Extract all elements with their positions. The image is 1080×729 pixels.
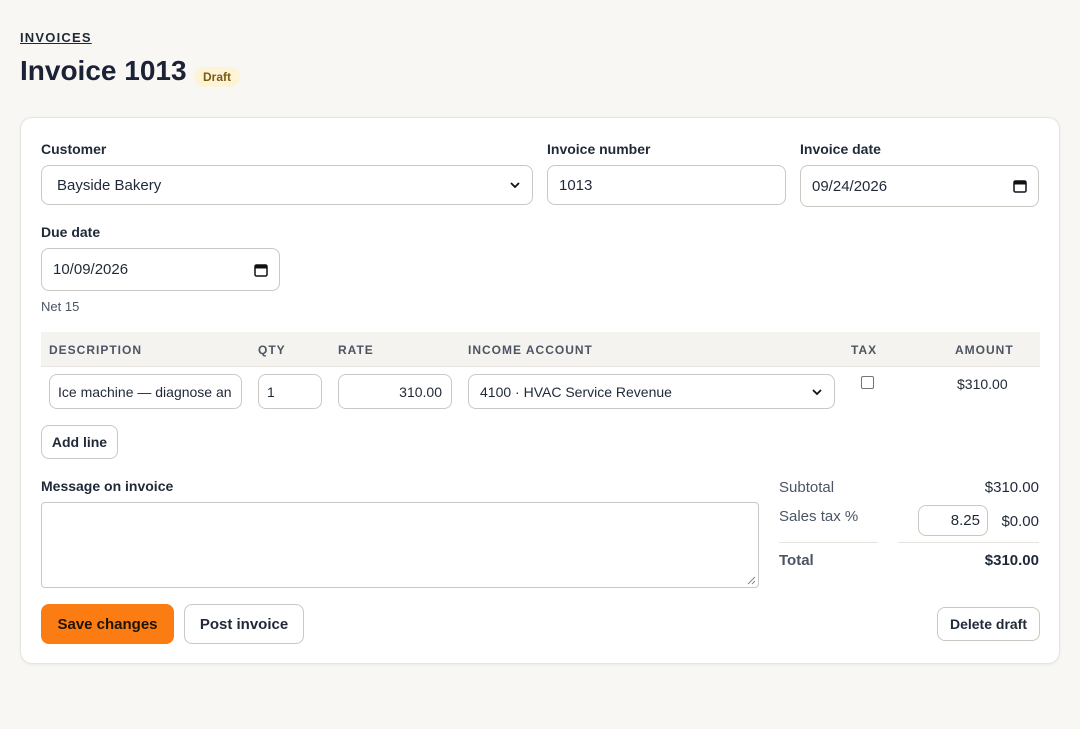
customer-select[interactable]: Bayside Bakery	[41, 165, 533, 205]
line-qty-value: 1	[267, 383, 275, 400]
invoice-date-label: Invoice date	[800, 141, 881, 157]
line-tax-checkbox[interactable]	[861, 376, 874, 389]
invoice-number-label: Invoice number	[547, 141, 651, 157]
invoice-date-value: 09/24/2026	[812, 177, 888, 195]
invoice-date-input[interactable]: 09/24/2026	[800, 165, 1039, 207]
chevron-down-icon	[510, 182, 520, 189]
line-amount: $310.00	[957, 376, 1008, 392]
due-date-hint: Net 15	[41, 299, 80, 314]
breadcrumb-invoices[interactable]: INVOICES	[20, 30, 92, 45]
subtotal-value: $310.00	[984, 479, 1039, 496]
resize-handle-icon[interactable]	[747, 576, 756, 585]
sales-tax-rate-value: 8.25	[950, 512, 980, 529]
total-label: Total	[779, 552, 814, 569]
line-rate-input[interactable]: 310.00	[338, 374, 452, 409]
add-line-button[interactable]: Add line	[41, 425, 118, 459]
line-income-account-select[interactable]: 4100 · HVAC Service Revenue	[468, 374, 835, 409]
sales-tax-rate-input[interactable]: 8.25	[918, 505, 988, 536]
sales-tax-amount: $0.00	[1001, 513, 1039, 530]
page-title: Invoice 1013	[20, 55, 187, 86]
line-rate-value: 310.00	[399, 383, 442, 400]
totals-divider	[779, 542, 878, 543]
due-date-value: 10/09/2026	[53, 261, 129, 278]
due-date-input[interactable]: 10/09/2026	[41, 248, 280, 291]
line-items-header: DESCRIPTION QTY RATE INCOME ACCOUNT TAX …	[41, 332, 1040, 367]
col-amount: AMOUNT	[955, 343, 1014, 357]
post-invoice-button[interactable]: Post invoice	[184, 604, 304, 644]
calendar-icon[interactable]	[1013, 179, 1027, 193]
col-tax: TAX	[851, 343, 878, 357]
invoice-number-value: 1013	[559, 176, 593, 194]
subtotal-label: Subtotal	[779, 479, 835, 496]
col-qty: QTY	[258, 343, 286, 357]
col-income-account: INCOME ACCOUNT	[468, 343, 593, 357]
total-value: $310.00	[984, 552, 1039, 569]
line-description-value: Ice machine — diagnose an	[58, 383, 232, 400]
line-description-input[interactable]: Ice machine — diagnose an	[49, 374, 242, 409]
totals-divider	[898, 542, 1039, 543]
save-changes-button[interactable]: Save changes	[41, 604, 174, 644]
customer-value: Bayside Bakery	[57, 176, 162, 194]
col-description: DESCRIPTION	[49, 343, 143, 357]
delete-draft-button[interactable]: Delete draft	[937, 607, 1040, 641]
message-textarea[interactable]	[41, 502, 759, 588]
due-date-label: Due date	[41, 224, 101, 240]
chevron-down-icon	[812, 388, 822, 395]
message-label: Message on invoice	[41, 478, 174, 494]
col-rate: RATE	[338, 343, 374, 357]
sales-tax-label: Sales tax %	[779, 508, 859, 525]
calendar-icon[interactable]	[254, 263, 268, 277]
invoice-number-input[interactable]: 1013	[547, 165, 786, 205]
invoice-form-card: Customer Bayside Bakery Invoice number 1…	[20, 117, 1060, 664]
customer-label: Customer	[41, 141, 107, 157]
line-qty-input[interactable]: 1	[258, 374, 322, 409]
line-income-account-value: 4100 · HVAC Service Revenue	[480, 383, 672, 400]
status-badge: Draft	[194, 67, 241, 87]
